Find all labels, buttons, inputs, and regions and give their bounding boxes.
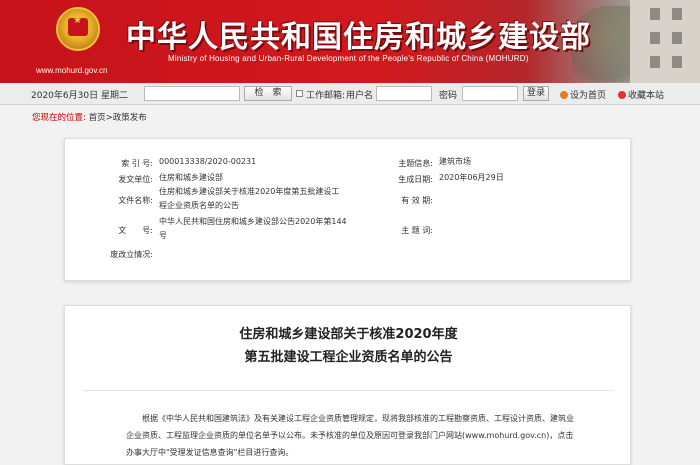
login-button[interactable]: 登录 — [523, 86, 549, 101]
workmail-label: 工作邮箱: — [306, 91, 346, 101]
site-url: www.mohurd.gov.cn — [36, 66, 108, 75]
username-input[interactable] — [376, 86, 432, 101]
issuer-label: 发文单位: — [118, 175, 153, 184]
bookmark-icon — [618, 91, 626, 99]
filename-value-line2: 程企业资质名单的公告 — [159, 201, 239, 210]
topic-value: 建筑市场 — [439, 157, 471, 166]
bookmark-link[interactable]: 收藏本站 — [618, 88, 664, 101]
home-icon — [560, 91, 568, 99]
issuer-value: 住房和城乡建设部 — [159, 173, 223, 182]
banner-building-decoration — [630, 0, 700, 83]
index-value: 000013338/2020-00231 — [159, 157, 257, 166]
breadcrumb-path[interactable]: 首页>政策发布 — [89, 113, 147, 123]
set-homepage-link[interactable]: 设为首页 — [560, 88, 606, 101]
document-title-line2: 第五批建设工程企业资质名单的公告 — [244, 350, 453, 365]
valid-period-label: 有 效 期: — [401, 196, 433, 205]
password-input[interactable] — [462, 86, 518, 101]
subject-label: 主 题 词: — [401, 226, 433, 235]
site-subtitle: Ministry of Housing and Urban-Rural Deve… — [168, 54, 529, 63]
national-emblem-logo: ★ — [56, 7, 100, 51]
date-value: 2020年06月29日 — [439, 173, 504, 182]
site-banner: ★ www.mohurd.gov.cn 中华人民共和国住房和城乡建设部 Mini… — [0, 0, 700, 83]
announcement-document: 住房和城乡建设部关于核准2020年度 第五批建设工程企业资质名单的公告 根据《中… — [64, 305, 631, 465]
breadcrumb: 您现在的位置: 首页>政策发布 — [32, 111, 147, 123]
set-homepage-label: 设为首页 — [570, 91, 607, 101]
password-label: 密码 — [439, 91, 458, 101]
docno-value-line1: 中华人民共和国住房和城乡建设部公告2020年第144 — [159, 217, 347, 226]
search-input[interactable] — [144, 86, 240, 101]
search-button[interactable]: 检 索 — [244, 86, 292, 101]
breadcrumb-location-label: 您现在的位置: — [32, 113, 86, 123]
site-title: 中华人民共和国住房和城乡建设部 — [126, 20, 591, 55]
current-date: 2020年6月30日 星期二 — [31, 91, 128, 101]
date-label: 生成日期: — [398, 175, 433, 184]
username-label: 用户名 — [346, 91, 374, 101]
title-divider — [83, 390, 614, 391]
filename-value-line1: 住房和城乡建设部关于核准2020年度第五批建设工 — [159, 187, 340, 196]
document-body: 根据《中华人民共和国建筑法》及有关建设工程企业资质管理规定，现将我部核准的工程勘… — [126, 414, 574, 457]
workmail-checkbox[interactable] — [296, 90, 303, 97]
abolish-label: 废改立情况: — [110, 250, 153, 259]
document-title-line1: 住房和城乡建设部关于核准2020年度 — [239, 327, 458, 342]
bookmark-label: 收藏本站 — [628, 91, 665, 101]
docno-label: 文 号: — [118, 226, 153, 235]
index-label: 索 引 号: — [121, 159, 153, 168]
docno-value-line2: 号 — [159, 231, 167, 240]
top-toolbar: 2020年6月30日 星期二 检 索 工作邮箱: 用户名 密码 登录 设为首页 … — [0, 83, 700, 105]
filename-label: 文件名称: — [118, 196, 153, 205]
topic-label: 主题信息: — [398, 159, 433, 168]
document-info-panel: 索 引 号: 000013338/2020-00231 主题信息: 建筑市场 发… — [64, 138, 631, 281]
